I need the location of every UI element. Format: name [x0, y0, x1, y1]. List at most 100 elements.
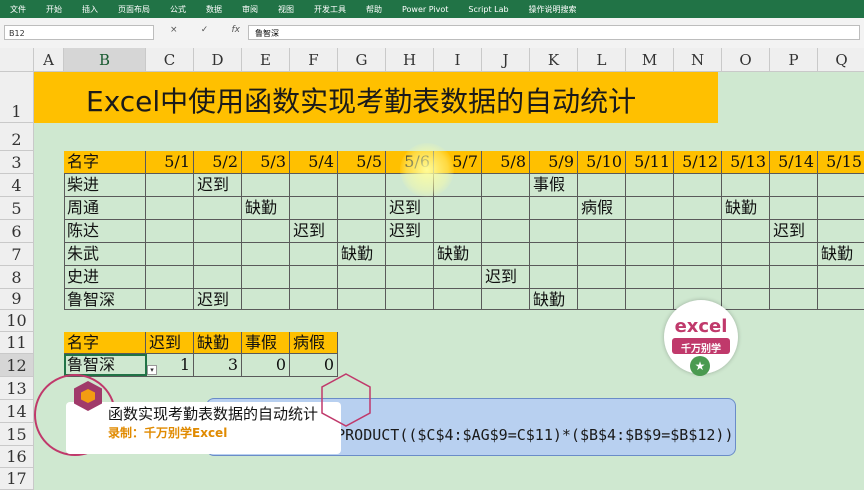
- attendance-cell[interactable]: 迟到: [386, 220, 434, 243]
- attendance-cell[interactable]: [146, 220, 194, 243]
- attendance-cell[interactable]: [530, 197, 578, 220]
- attendance-cell[interactable]: [146, 243, 194, 266]
- attendance-cell[interactable]: [242, 174, 290, 197]
- attendance-cell[interactable]: [290, 289, 338, 310]
- attendance-cell[interactable]: 迟到: [482, 266, 530, 289]
- attendance-cell[interactable]: [290, 266, 338, 289]
- attendance-cell[interactable]: 迟到: [386, 197, 434, 220]
- row-header-12[interactable]: 12: [0, 354, 34, 377]
- attendance-cell[interactable]: [146, 174, 194, 197]
- attendance-cell[interactable]: [482, 220, 530, 243]
- row-header-3[interactable]: 3: [0, 151, 34, 174]
- ribbon-tab[interactable]: 视图: [278, 4, 294, 15]
- attendance-header-date[interactable]: 5/4: [290, 151, 338, 174]
- attendance-cell[interactable]: [194, 266, 242, 289]
- attendance-cell[interactable]: [722, 266, 770, 289]
- attendance-cell[interactable]: [194, 197, 242, 220]
- attendance-cell[interactable]: 缺勤: [722, 197, 770, 220]
- ribbon-tab[interactable]: 页面布局: [118, 4, 150, 15]
- column-header-c[interactable]: C: [146, 48, 194, 72]
- attendance-cell[interactable]: [818, 266, 864, 289]
- attendance-cell[interactable]: [674, 266, 722, 289]
- column-header-n[interactable]: N: [674, 48, 722, 72]
- column-header-b[interactable]: B: [64, 48, 146, 72]
- attendance-cell[interactable]: [482, 243, 530, 266]
- ribbon-tab[interactable]: 插入: [82, 4, 98, 15]
- ribbon-tab[interactable]: 数据: [206, 4, 222, 15]
- column-header-i[interactable]: I: [434, 48, 482, 72]
- summary-cell[interactable]: 3: [194, 354, 242, 377]
- attendance-cell[interactable]: [578, 289, 626, 310]
- attendance-name-cell[interactable]: 陈达: [64, 220, 146, 243]
- summary-header[interactable]: 病假: [290, 332, 338, 354]
- column-header-a[interactable]: A: [34, 48, 64, 72]
- attendance-header-date[interactable]: 5/13: [722, 151, 770, 174]
- attendance-cell[interactable]: [626, 289, 674, 310]
- row-header-1[interactable]: 1: [0, 72, 34, 123]
- attendance-cell[interactable]: [338, 174, 386, 197]
- attendance-header-name[interactable]: 名字: [64, 151, 146, 174]
- attendance-cell[interactable]: [626, 197, 674, 220]
- ribbon-tab[interactable]: Script Lab: [468, 5, 508, 14]
- attendance-cell[interactable]: [386, 266, 434, 289]
- attendance-cell[interactable]: [242, 243, 290, 266]
- attendance-name-cell[interactable]: 史进: [64, 266, 146, 289]
- attendance-cell[interactable]: [290, 243, 338, 266]
- row-header-16[interactable]: 16: [0, 446, 34, 468]
- attendance-cell[interactable]: [146, 289, 194, 310]
- attendance-cell[interactable]: [338, 197, 386, 220]
- column-header-p[interactable]: P: [770, 48, 818, 72]
- attendance-cell[interactable]: [722, 289, 770, 310]
- attendance-cell[interactable]: [530, 266, 578, 289]
- select-all-corner[interactable]: [0, 48, 34, 72]
- attendance-cell[interactable]: 迟到: [770, 220, 818, 243]
- attendance-cell[interactable]: 缺勤: [242, 197, 290, 220]
- attendance-cell[interactable]: [386, 289, 434, 310]
- attendance-cell[interactable]: 缺勤: [434, 243, 482, 266]
- column-header-q[interactable]: Q: [818, 48, 864, 72]
- column-header-m[interactable]: M: [626, 48, 674, 72]
- cancel-icon[interactable]: ×: [170, 25, 178, 35]
- summary-header[interactable]: 事假: [242, 332, 290, 354]
- row-header-13[interactable]: 13: [0, 377, 34, 400]
- attendance-cell[interactable]: [530, 220, 578, 243]
- attendance-cell[interactable]: [578, 266, 626, 289]
- attendance-cell[interactable]: [242, 220, 290, 243]
- cell-dropdown-button[interactable]: ▾: [147, 365, 157, 375]
- attendance-cell[interactable]: 缺勤: [818, 243, 864, 266]
- attendance-header-date[interactable]: 5/14: [770, 151, 818, 174]
- attendance-cell[interactable]: 迟到: [194, 289, 242, 310]
- column-header-h[interactable]: H: [386, 48, 434, 72]
- attendance-header-date[interactable]: 5/11: [626, 151, 674, 174]
- row-header-4[interactable]: 4: [0, 174, 34, 197]
- attendance-cell[interactable]: [626, 243, 674, 266]
- ribbon-tab[interactable]: 开发工具: [314, 4, 346, 15]
- row-header-17[interactable]: 17: [0, 468, 34, 490]
- row-header-14[interactable]: 14: [0, 400, 34, 423]
- attendance-cell[interactable]: [338, 220, 386, 243]
- attendance-cell[interactable]: [242, 289, 290, 310]
- attendance-cell[interactable]: 病假: [578, 197, 626, 220]
- attendance-header-date[interactable]: 5/3: [242, 151, 290, 174]
- column-header-f[interactable]: F: [290, 48, 338, 72]
- attendance-cell[interactable]: [818, 197, 864, 220]
- row-header-2[interactable]: 2: [0, 123, 34, 151]
- row-header-10[interactable]: 10: [0, 310, 34, 332]
- attendance-name-cell[interactable]: 朱武: [64, 243, 146, 266]
- attendance-header-date[interactable]: 5/5: [338, 151, 386, 174]
- attendance-header-date[interactable]: 5/8: [482, 151, 530, 174]
- attendance-cell[interactable]: [674, 197, 722, 220]
- attendance-header-date[interactable]: 5/2: [194, 151, 242, 174]
- row-header-15[interactable]: 15: [0, 423, 34, 446]
- attendance-header-date[interactable]: 5/15: [818, 151, 864, 174]
- attendance-cell[interactable]: [242, 266, 290, 289]
- row-header-7[interactable]: 7: [0, 243, 34, 266]
- ribbon-tab[interactable]: 文件: [10, 4, 26, 15]
- ribbon-tab[interactable]: 公式: [170, 4, 186, 15]
- column-header-g[interactable]: G: [338, 48, 386, 72]
- attendance-cell[interactable]: [434, 220, 482, 243]
- attendance-header-date[interactable]: 5/1: [146, 151, 194, 174]
- attendance-header-date[interactable]: 5/9: [530, 151, 578, 174]
- attendance-cell[interactable]: [386, 243, 434, 266]
- attendance-cell[interactable]: [770, 243, 818, 266]
